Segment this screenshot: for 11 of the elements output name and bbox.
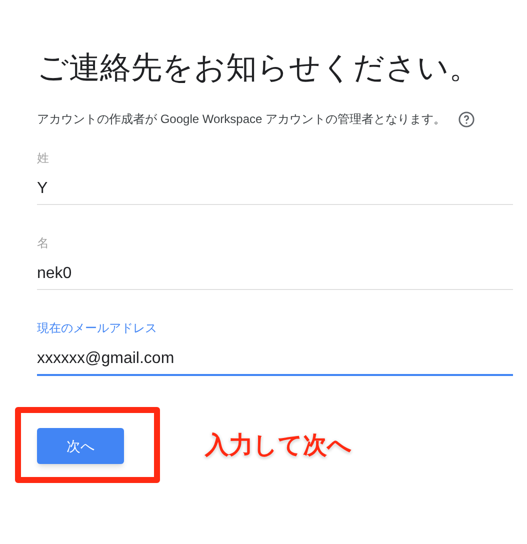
description-text: アカウントの作成者が Google Workspace アカウントの管理者となります。 [37,111,446,128]
next-button[interactable]: 次へ [37,428,124,464]
help-icon[interactable] [458,110,474,128]
field-label: 現在のメールアドレス [37,320,158,336]
field-label: 名 [37,235,50,251]
field-label: 姓 [37,150,50,166]
text-field[interactable]: nek0 [37,263,513,290]
page-title: ご連絡先をお知らせください。 [37,49,481,87]
annotation-text: 入力して次へ [205,431,352,461]
text-field[interactable]: xxxxxx@gmail.com [37,348,513,376]
text-field[interactable]: Y [37,178,513,205]
